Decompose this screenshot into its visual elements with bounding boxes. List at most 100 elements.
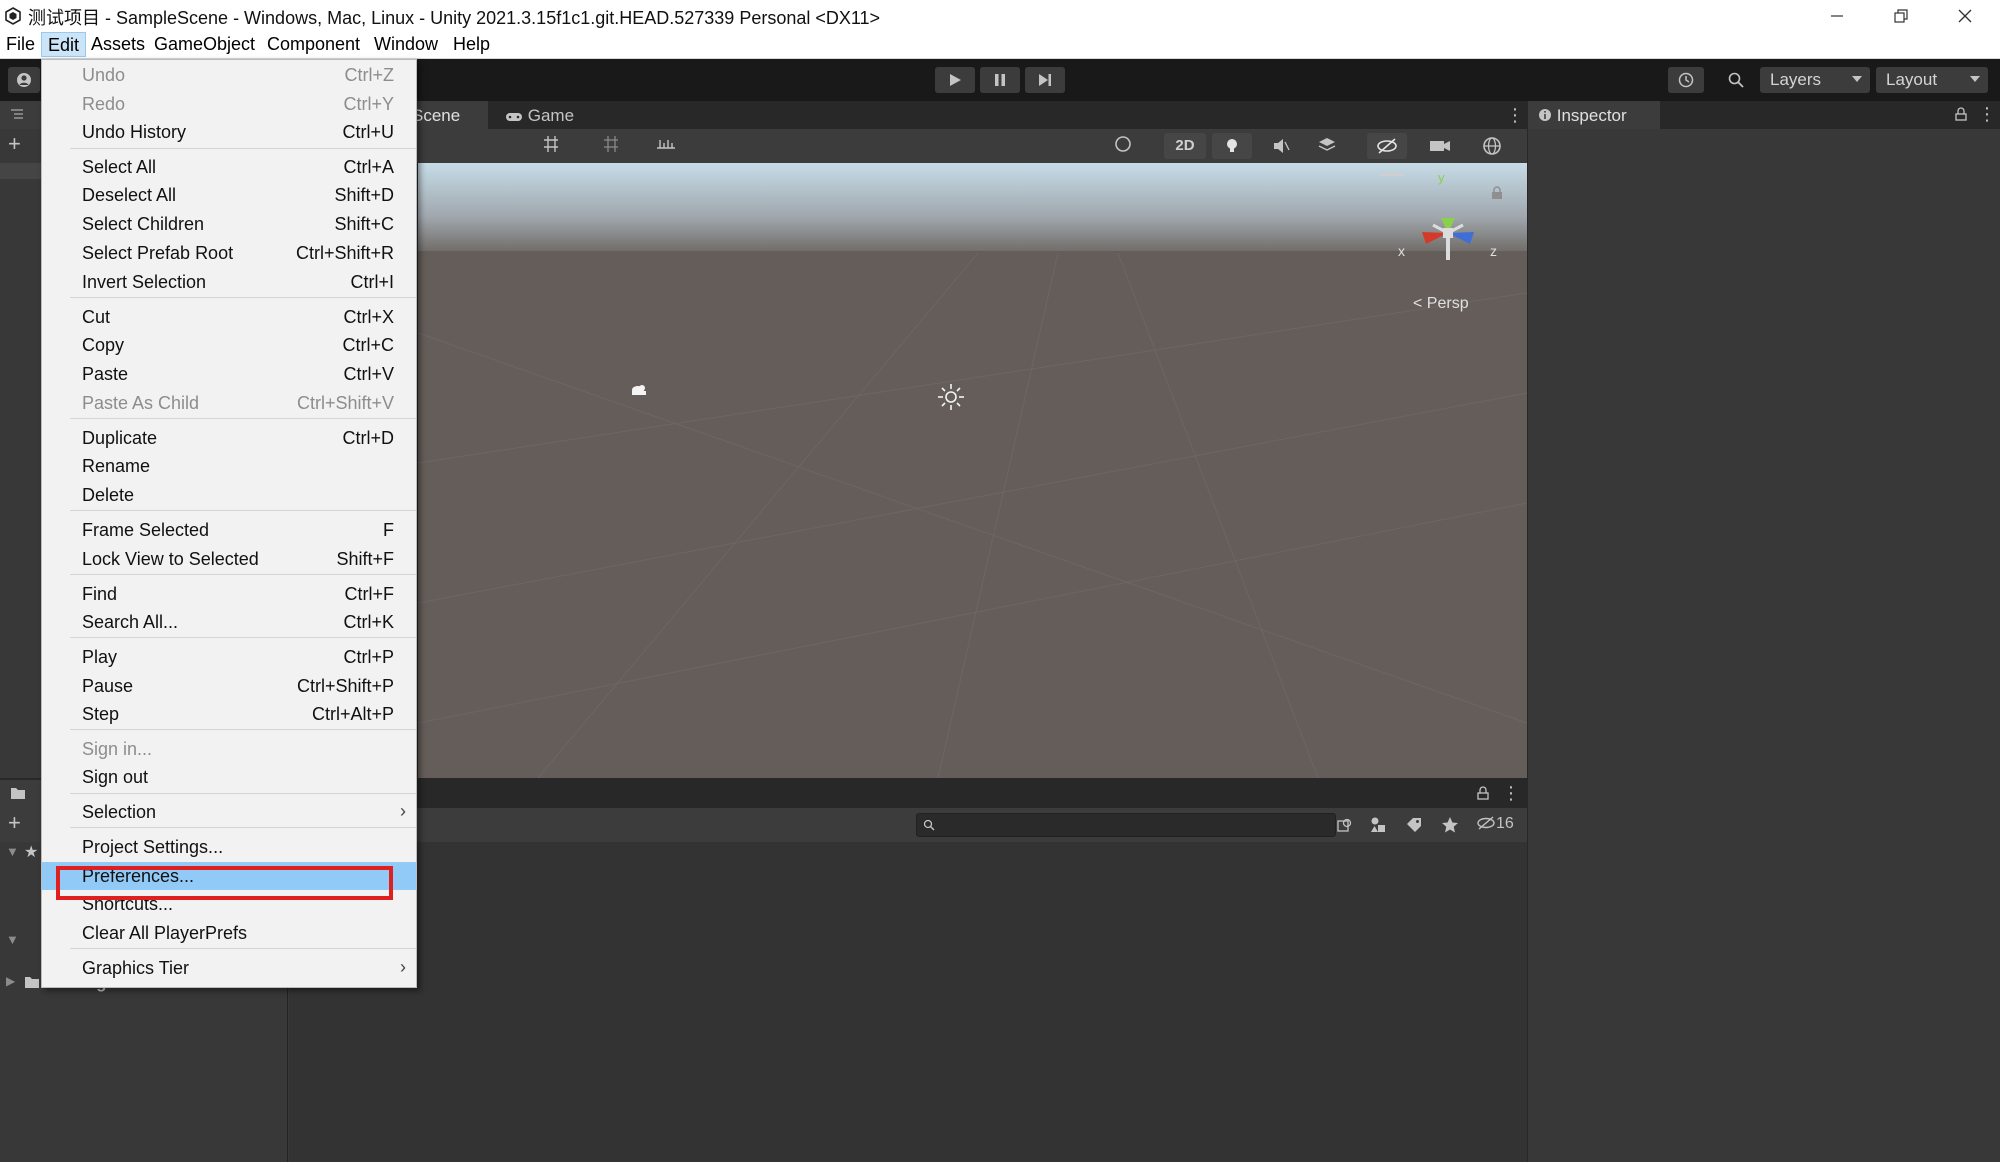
menu-item-label: Redo	[82, 94, 126, 114]
persp-text: Persp	[1426, 295, 1469, 312]
lock-icon[interactable]	[1954, 107, 1968, 121]
layers-label: Layers	[1770, 70, 1822, 89]
menu-item-duplicate[interactable]: Duplicate Ctrl+D	[42, 424, 416, 452]
annotation-highlight-box	[56, 866, 393, 900]
menu-component[interactable]: Component	[261, 32, 366, 57]
account-button[interactable]	[8, 67, 40, 93]
pause-button[interactable]	[980, 67, 1020, 93]
orientation-gizmo[interactable]	[1398, 188, 1498, 283]
menu-item-select-all[interactable]: Select All Ctrl+A	[42, 153, 416, 181]
step-button[interactable]	[1025, 67, 1065, 93]
tab-game[interactable]: Game	[495, 101, 585, 129]
menu-item-delete[interactable]: Delete	[42, 481, 416, 509]
undo-history-button[interactable]	[1668, 67, 1704, 93]
menu-item-clear-all-playerprefs[interactable]: Clear All PlayerPrefs	[42, 919, 416, 947]
add-icon[interactable]: +	[8, 131, 21, 157]
menu-item-label: Sign out	[82, 767, 149, 787]
menu-item-lock-view-to-selected[interactable]: Lock View to Selected Shift+F	[42, 545, 416, 573]
search-button[interactable]	[1718, 67, 1754, 93]
effects-dropdown[interactable]	[1307, 133, 1347, 159]
menu-item-undo-history[interactable]: Undo History Ctrl+U	[42, 118, 416, 146]
menu-item-search-all[interactable]: Search All... Ctrl+K	[42, 608, 416, 636]
menu-edit[interactable]: Edit	[41, 32, 87, 57]
hidden-packages-toggle[interactable]: 16	[1476, 815, 1514, 833]
menu-item-invert-selection[interactable]: Invert Selection Ctrl+I	[42, 268, 416, 296]
favorites-star-icon[interactable]	[1441, 816, 1459, 834]
menu-item-sign-out[interactable]: Sign out	[42, 763, 416, 791]
menu-gameobject[interactable]: GameObject	[148, 32, 261, 57]
menu-item-label: Select Children	[82, 214, 205, 234]
menu-item-label: Select Prefab Root	[82, 243, 234, 263]
scene-visibility-toggle[interactable]	[1367, 133, 1407, 159]
draw-mode-dropdown[interactable]	[1112, 133, 1152, 159]
menu-item-pause[interactable]: Pause Ctrl+Shift+P	[42, 672, 416, 700]
close-button[interactable]	[1933, 0, 1997, 31]
search-scope-icon[interactable]	[1336, 816, 1354, 834]
lock-icon[interactable]	[1491, 186, 1503, 200]
menu-item-step[interactable]: Step Ctrl+Alt+P	[42, 700, 416, 728]
light-gizmo-icon[interactable]	[936, 382, 966, 412]
play-button[interactable]	[935, 67, 975, 93]
menu-item-rename[interactable]: Rename	[42, 452, 416, 480]
add-icon[interactable]: +	[8, 810, 21, 836]
menu-item-graphics-tier[interactable]: Graphics Tier ›	[42, 954, 416, 982]
menu-item-select-prefab-root[interactable]: Select Prefab Root Ctrl+Shift+R	[42, 239, 416, 267]
chevron-right-icon: ›	[400, 801, 406, 821]
filter-by-label-icon[interactable]	[1405, 816, 1423, 834]
favorites-expand-icon[interactable]: ▼	[6, 844, 19, 859]
menu-window[interactable]: Window	[368, 32, 444, 57]
scene-more-menu-icon[interactable]: ⋮	[1506, 105, 1524, 126]
project-assets-area[interactable]	[289, 842, 1527, 1162]
menu-item-paste[interactable]: Paste Ctrl+V	[42, 360, 416, 388]
menu-item-deselect-all[interactable]: Deselect All Shift+D	[42, 181, 416, 209]
gizmos-dropdown[interactable]	[1472, 133, 1512, 159]
menu-item-label: Frame Selected	[82, 520, 210, 540]
folder-icon	[11, 788, 25, 799]
layout-dropdown[interactable]: Layout	[1876, 67, 1988, 93]
menu-item-shortcut: Ctrl+C	[342, 335, 394, 355]
menu-item-play[interactable]: Play Ctrl+P	[42, 643, 416, 671]
lighting-toggle[interactable]	[1212, 133, 1252, 159]
menu-item-copy[interactable]: Copy Ctrl+C	[42, 331, 416, 359]
tab-project[interactable]	[0, 780, 42, 808]
lock-icon[interactable]	[1476, 786, 1490, 800]
camera-dropdown[interactable]	[1420, 133, 1460, 159]
menu-separator	[70, 418, 416, 419]
menu-item-selection[interactable]: Selection ›	[42, 798, 416, 826]
menu-item-find[interactable]: Find Ctrl+F	[42, 580, 416, 608]
menu-item-select-children[interactable]: Select Children Shift+C	[42, 210, 416, 238]
2d-mode-toggle[interactable]: 2D	[1164, 133, 1206, 159]
filter-by-type-icon[interactable]	[1369, 816, 1387, 834]
transform-gizmo-toggle[interactable]	[540, 133, 580, 159]
menu-separator	[70, 827, 416, 828]
layers-dropdown[interactable]: Layers	[1760, 67, 1870, 93]
tab-scene[interactable]: Scene	[412, 101, 488, 129]
menu-item-shortcut: Ctrl+P	[343, 647, 394, 667]
favorites-star-icon: ★	[24, 844, 39, 861]
menu-item-cut[interactable]: Cut Ctrl+X	[42, 303, 416, 331]
grid-visibility-toggle[interactable]	[600, 133, 640, 159]
gizmo-axis-z: z	[1490, 243, 1497, 259]
minimize-button[interactable]	[1805, 0, 1869, 31]
menu-item-project-settings[interactable]: Project Settings...	[42, 833, 416, 861]
menu-item-shortcut: Ctrl+F	[344, 584, 395, 604]
restore-button[interactable]	[1869, 0, 1933, 31]
scene-view[interactable]: y x z < Persp	[418, 163, 1527, 778]
overlay-handle-icon[interactable]	[1380, 173, 1404, 176]
tab-hierarchy[interactable]	[0, 101, 42, 129]
menu-item-paste-as-child: Paste As Child Ctrl+Shift+V	[42, 389, 416, 417]
project-more-menu-icon[interactable]: ⋮	[1502, 783, 1520, 804]
menu-item-shortcut: Ctrl+X	[343, 307, 394, 327]
increment-snap-toggle[interactable]	[655, 133, 695, 159]
menu-help[interactable]: Help	[447, 32, 496, 57]
perspective-label[interactable]: < Persp	[1413, 295, 1469, 313]
project-search-input[interactable]	[916, 813, 1336, 837]
menu-file[interactable]: File	[0, 32, 41, 57]
tab-inspector[interactable]: Inspector	[1528, 101, 1660, 129]
camera-gizmo-icon[interactable]	[628, 381, 652, 399]
menu-item-frame-selected[interactable]: Frame Selected F	[42, 516, 416, 544]
assets-expand-icon[interactable]: ▼	[6, 932, 19, 947]
menu-assets[interactable]: Assets	[85, 32, 151, 57]
audio-toggle[interactable]	[1260, 133, 1300, 159]
inspector-more-menu-icon[interactable]: ⋮	[1978, 104, 1996, 125]
